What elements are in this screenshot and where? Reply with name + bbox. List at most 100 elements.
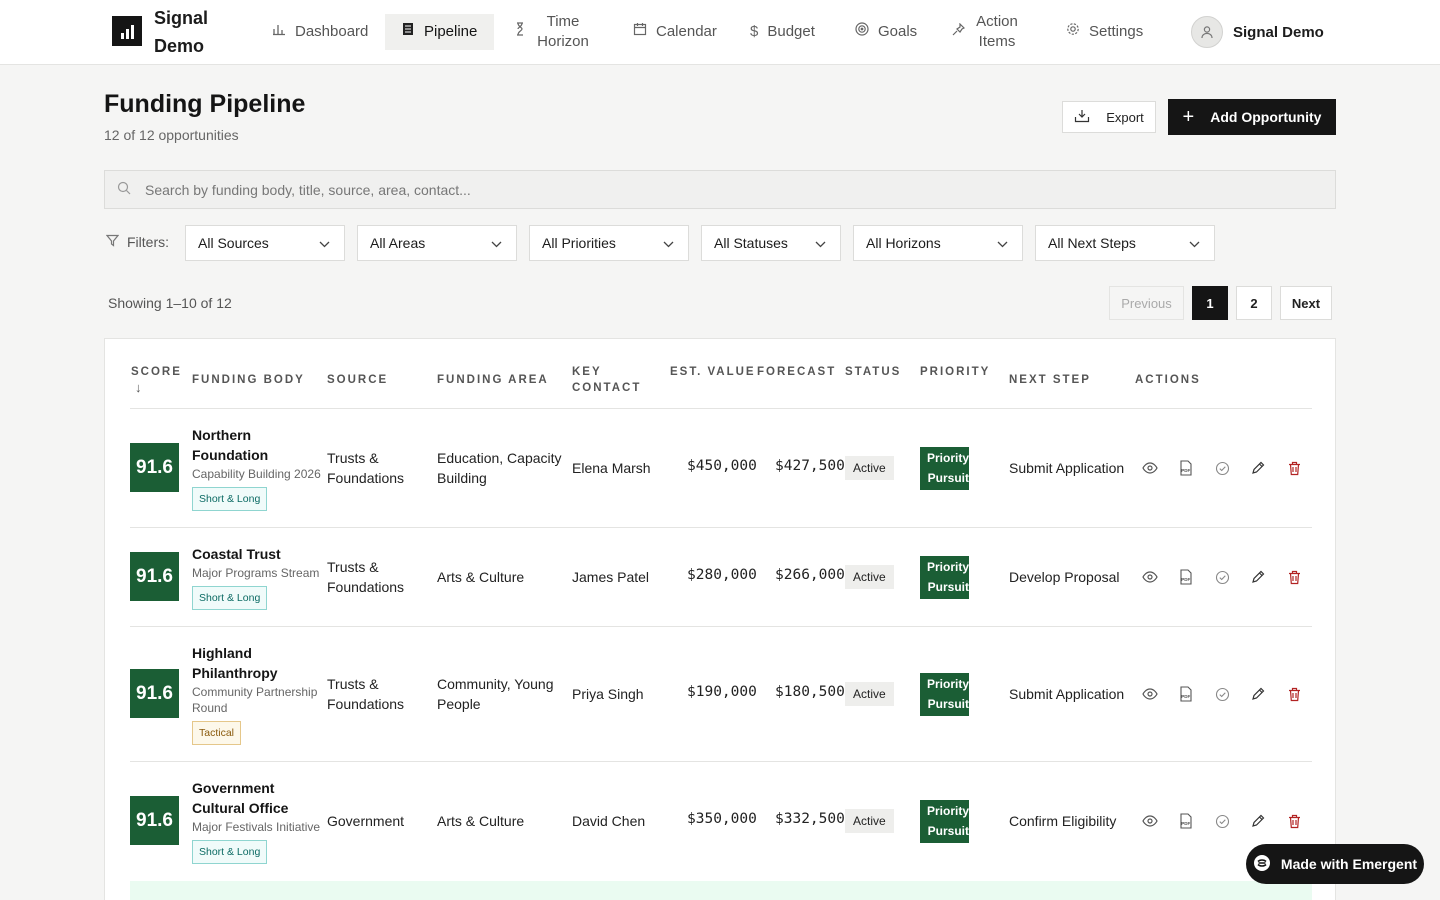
chevron-down-icon: [491, 235, 502, 251]
funnel-icon: [105, 234, 120, 250]
table-row[interactable]: 91.6 Coastal Trust Major Programs Stream…: [105, 528, 1337, 626]
previous-page-button[interactable]: Previous: [1109, 286, 1184, 320]
svg-text:PDF: PDF: [1181, 468, 1190, 473]
nav-action-items[interactable]: Action Items: [942, 13, 1030, 50]
avatar: [1191, 16, 1223, 48]
filter-sources-value: All Sources: [198, 235, 269, 251]
pin-icon: [952, 22, 966, 42]
svg-text:PDF: PDF: [1181, 821, 1190, 826]
header-funding-body[interactable]: FUNDING BODY: [192, 372, 305, 388]
search-icon: [117, 181, 131, 198]
filter-statuses-value: All Statuses: [714, 235, 788, 251]
pdf-icon[interactable]: PDF: [1177, 568, 1195, 586]
search-input[interactable]: Search by funding body, title, source, a…: [104, 170, 1336, 209]
row-actions: PDF: [1141, 812, 1303, 830]
delete-trash-icon[interactable]: [1285, 812, 1303, 830]
pdf-icon[interactable]: PDF: [1177, 685, 1195, 703]
header-est-value[interactable]: EST. VALUE: [670, 364, 756, 380]
check-circle-icon[interactable]: [1213, 459, 1231, 477]
score-badge: 91.6: [130, 669, 179, 718]
table-row[interactable]: 91.6 Highland Philanthropy Community Par…: [105, 627, 1337, 761]
funding-area-cell: Education, Capacity Building: [437, 450, 562, 486]
edit-pencil-icon[interactable]: [1249, 459, 1267, 477]
logo-icon[interactable]: [112, 16, 142, 46]
header-forecast[interactable]: FORECAST: [757, 364, 836, 380]
nav-settings[interactable]: Settings: [1056, 14, 1153, 50]
edit-pencil-icon[interactable]: [1249, 812, 1267, 830]
user-menu[interactable]: Signal Demo: [1191, 16, 1324, 48]
nav-budget[interactable]: $ Budget: [740, 14, 825, 50]
nav-calendar[interactable]: Calendar: [623, 14, 727, 50]
view-eye-icon[interactable]: [1141, 812, 1159, 830]
view-eye-icon[interactable]: [1141, 685, 1159, 703]
edit-pencil-icon[interactable]: [1249, 685, 1267, 703]
view-eye-icon[interactable]: [1141, 459, 1159, 477]
next-step-cell: Submit Application: [1009, 460, 1125, 476]
pdf-icon[interactable]: PDF: [1177, 459, 1195, 477]
page-title: Funding Pipeline: [104, 90, 306, 118]
nav-dashboard[interactable]: Dashboard: [262, 14, 378, 50]
chevron-down-icon: [997, 235, 1008, 251]
sort-arrow-icon: ↓: [135, 380, 142, 395]
funding-body-name: Highland: [192, 645, 252, 661]
status-badge: Active: [845, 809, 894, 833]
add-opportunity-label: Add Opportunity: [1210, 109, 1322, 125]
forecast-cell: $266,000: [775, 567, 845, 583]
nav-settings-label: Settings: [1089, 23, 1144, 40]
delete-trash-icon[interactable]: [1285, 568, 1303, 586]
nav-goals-label: Goals: [878, 23, 918, 40]
filter-areas[interactable]: All Areas: [357, 225, 517, 261]
forecast-cell: $427,500: [775, 458, 845, 474]
check-circle-icon[interactable]: [1213, 812, 1231, 830]
next-page-button[interactable]: Next: [1280, 286, 1332, 320]
funding-body-cell[interactable]: Coastal Trust Major Programs Stream Shor…: [192, 544, 319, 610]
header-funding-area[interactable]: FUNDING AREA: [437, 372, 549, 388]
view-eye-icon[interactable]: [1141, 568, 1159, 586]
target-icon: [855, 22, 869, 42]
page-1-button[interactable]: 1: [1192, 286, 1228, 320]
filter-sources[interactable]: All Sources: [185, 225, 345, 261]
table-row[interactable]: 91.6 Government Cultural Office Major Fe…: [105, 762, 1337, 880]
nav-time-horizon[interactable]: Time Horizon: [504, 13, 601, 50]
table-row-highlighted[interactable]: [130, 881, 1312, 900]
pdf-icon[interactable]: PDF: [1177, 812, 1195, 830]
filter-next-steps[interactable]: All Next Steps: [1035, 225, 1215, 261]
made-with-emergent-badge[interactable]: Made with Emergent: [1246, 844, 1424, 884]
edit-pencil-icon[interactable]: [1249, 568, 1267, 586]
export-button[interactable]: Export: [1062, 101, 1156, 133]
header-next-step[interactable]: NEXT STEP: [1009, 372, 1091, 388]
nav-goals[interactable]: Goals: [845, 14, 927, 50]
made-with-emergent-label: Made with Emergent: [1280, 856, 1418, 872]
delete-trash-icon[interactable]: [1285, 685, 1303, 703]
funding-body-name-2: Philanthropy: [192, 665, 278, 681]
header-score[interactable]: SCORE ↓: [131, 364, 182, 396]
page-2-button[interactable]: 2: [1236, 286, 1272, 320]
filter-priorities[interactable]: All Priorities: [529, 225, 689, 261]
funding-body-cell[interactable]: Northern Foundation Capability Building …: [192, 425, 321, 511]
check-circle-icon[interactable]: [1213, 685, 1231, 703]
download-icon: [1074, 109, 1090, 126]
add-opportunity-button[interactable]: + Add Opportunity: [1168, 99, 1336, 135]
chevron-down-icon: [319, 235, 330, 251]
contact-cell: Elena Marsh: [572, 460, 651, 476]
funding-body-cell[interactable]: Highland Philanthropy Community Partners…: [192, 643, 317, 745]
header-status[interactable]: STATUS: [845, 364, 901, 380]
nav-pipeline[interactable]: Pipeline: [385, 14, 494, 50]
opportunity-title: Community Partnership: [192, 685, 318, 699]
header-priority[interactable]: PRIORITY: [920, 364, 990, 380]
table-row[interactable]: 91.6 Northern Foundation Capability Buil…: [105, 409, 1337, 527]
header-source[interactable]: SOURCE: [327, 372, 388, 388]
filter-statuses[interactable]: All Statuses: [701, 225, 841, 261]
funding-body-name: Northern: [192, 427, 252, 443]
delete-trash-icon[interactable]: [1285, 459, 1303, 477]
nav-budget-label: Budget: [767, 23, 815, 40]
next-step-cell: Develop Proposal: [1009, 569, 1120, 585]
header-key-contact[interactable]: KEY CONTACT: [572, 364, 641, 396]
plus-icon: +: [1182, 106, 1195, 128]
check-circle-icon[interactable]: [1213, 568, 1231, 586]
funding-body-cell[interactable]: Government Cultural Office Major Festiva…: [192, 778, 320, 864]
brand-name[interactable]: Signal Demo: [154, 4, 234, 60]
funding-body-name-2: Cultural Office: [192, 800, 289, 816]
funding-body-name: Coastal Trust: [192, 546, 281, 562]
filter-horizons[interactable]: All Horizons: [853, 225, 1023, 261]
